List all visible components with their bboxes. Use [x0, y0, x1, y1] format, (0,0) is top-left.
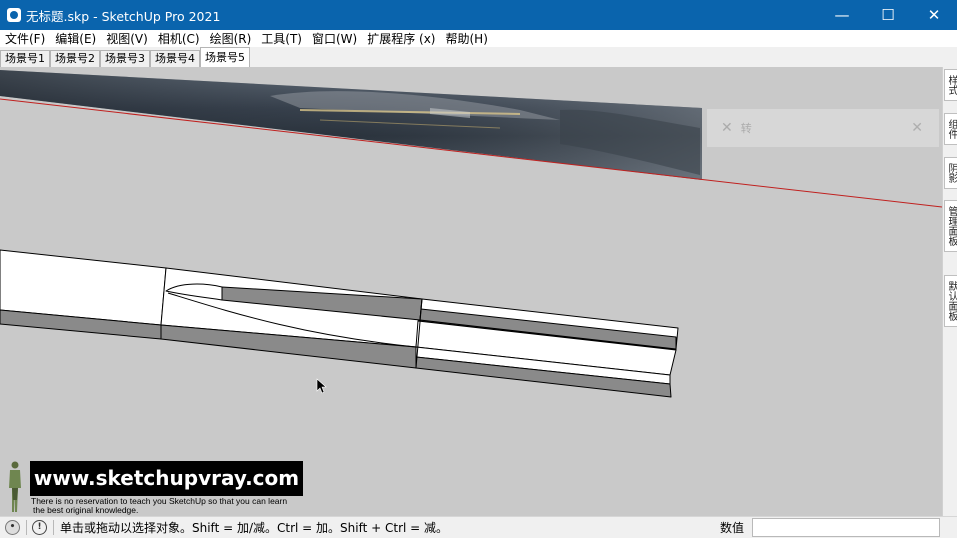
instructor-info-icon[interactable]: !	[32, 520, 47, 535]
scene-tab-2[interactable]: 场景号2	[50, 50, 100, 67]
person-figure-icon	[9, 461, 21, 512]
menu-camera[interactable]: 相机(C)	[153, 30, 205, 47]
floating-toolbar-label: 转	[740, 122, 752, 135]
tray-tab-styles[interactable]: 样式	[944, 69, 957, 101]
menu-window[interactable]: 窗口(W)	[307, 30, 362, 47]
chevron-icon[interactable]: ✕	[721, 120, 733, 136]
watermark-caption-line2: the best original knowledge.	[33, 505, 139, 515]
watermark-caption: There is no reservation to teach you Ske…	[31, 497, 311, 515]
title-bar: 无标题.skp - SketchUp Pro 2021 — ☐ ✕	[0, 0, 957, 30]
status-bar: • ! 单击或拖动以选择对象。Shift = 加/减。Ctrl = 加。Shif…	[0, 516, 957, 538]
menu-draw[interactable]: 绘图(R)	[205, 30, 257, 47]
measurements-label: 数值	[720, 521, 745, 535]
measurements-input[interactable]	[752, 518, 940, 537]
close-icon: ✕	[927, 6, 941, 24]
status-divider	[26, 520, 27, 535]
scene-tab-5[interactable]: 场景号5	[200, 47, 250, 67]
menu-file[interactable]: 文件(F)	[0, 30, 50, 47]
model-viewport[interactable]: ✕ 转 ✕	[0, 67, 942, 516]
maximize-icon: ☐	[881, 6, 895, 24]
status-divider	[53, 520, 54, 535]
tray-tab-default[interactable]: 默认面板	[944, 275, 957, 327]
menu-edit[interactable]: 编辑(E)	[50, 30, 101, 47]
menu-extensions[interactable]: 扩展程序 (x)	[362, 30, 440, 47]
mouse-cursor-icon	[316, 378, 327, 394]
scene-tab-3[interactable]: 场景号3	[100, 50, 150, 67]
menu-help[interactable]: 帮助(H)	[440, 30, 492, 47]
scene-tab-4[interactable]: 场景号4	[150, 50, 200, 67]
extruded-model[interactable]	[0, 249, 679, 398]
photo-image-plane	[0, 70, 702, 180]
close-button[interactable]: ✕	[911, 0, 957, 30]
minimize-icon: —	[834, 6, 850, 24]
geo-location-icon[interactable]: •	[5, 520, 20, 535]
minimize-button[interactable]: —	[819, 0, 865, 30]
watermark-url: www.sketchupvray.com	[30, 461, 303, 496]
status-message: 单击或拖动以选择对象。Shift = 加/减。Ctrl = 加。Shift + …	[60, 521, 449, 535]
maximize-button[interactable]: ☐	[865, 0, 911, 30]
menu-bar: 文件(F) 编辑(E) 视图(V) 相机(C) 绘图(R) 工具(T) 窗口(W…	[0, 30, 957, 47]
tray-tab-components[interactable]: 组件	[944, 113, 957, 145]
window-title: 无标题.skp - SketchUp Pro 2021	[26, 8, 221, 24]
scene-tabs: 场景号1 场景号2 场景号3 场景号4 场景号5	[0, 47, 957, 67]
sketchup-app-icon[interactable]	[7, 8, 21, 22]
default-tray: 样式 组件 阴影 管理面板 默认面板	[942, 67, 957, 516]
menu-view[interactable]: 视图(V)	[101, 30, 153, 47]
tray-tab-manage[interactable]: 管理面板	[944, 200, 957, 252]
tray-tab-shadows[interactable]: 阴影	[944, 157, 957, 189]
scene-tab-1[interactable]: 场景号1	[0, 50, 50, 67]
floating-toolbar[interactable]: ✕ 转 ✕	[707, 109, 939, 147]
floating-close-icon[interactable]: ✕	[911, 120, 923, 136]
menu-tools[interactable]: 工具(T)	[256, 30, 307, 47]
